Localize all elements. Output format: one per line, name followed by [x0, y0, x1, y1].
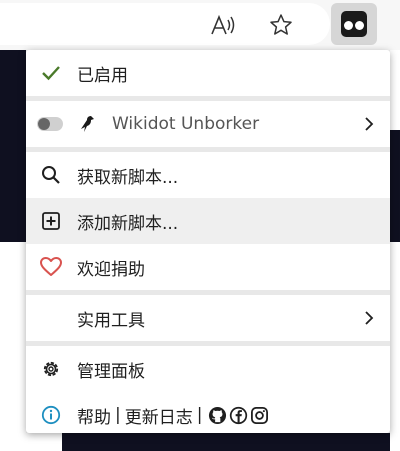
facebook-icon[interactable] — [229, 406, 248, 425]
script-item-wikidot-unborker[interactable]: Wikidot Unborker — [26, 101, 390, 147]
enabled-toggle-item[interactable]: 已启用 — [26, 50, 390, 96]
utilities-label: 实用工具 — [77, 310, 145, 331]
chevron-right-icon — [364, 101, 374, 147]
dashboard-item[interactable]: 管理面板 — [26, 346, 390, 392]
plus-box-icon — [38, 198, 64, 244]
utilities-item[interactable]: 实用工具 — [26, 295, 390, 341]
dashboard-label: 管理面板 — [77, 361, 145, 382]
browser-toolbar — [0, 0, 400, 50]
instagram-icon[interactable] — [250, 406, 269, 425]
script-name: Wikidot Unborker — [112, 114, 260, 134]
github-icon[interactable] — [208, 406, 227, 425]
gear-icon — [38, 346, 64, 392]
favorite-button[interactable] — [262, 6, 300, 44]
find-new-scripts-label: 获取新脚本... — [77, 167, 179, 188]
separator: | — [115, 405, 121, 425]
find-new-scripts-item[interactable]: 获取新脚本... — [26, 152, 390, 198]
check-icon — [38, 50, 64, 96]
donate-label: 欢迎捐助 — [77, 259, 145, 280]
search-icon — [38, 152, 64, 198]
add-new-script-item[interactable]: 添加新脚本... — [26, 198, 390, 244]
chevron-right-icon — [364, 295, 374, 341]
read-aloud-icon — [211, 14, 235, 35]
extension-popup-menu: 已启用 Wikidot Unborker 获取新脚本... 添加新脚本... 欢… — [26, 50, 390, 433]
script-toggle-switch[interactable] — [37, 117, 63, 131]
enabled-label: 已启用 — [77, 65, 128, 86]
separator: | — [196, 405, 203, 425]
page-background — [390, 50, 400, 451]
page-dark-region — [390, 130, 400, 242]
footer-link-row: 帮助 | 更新日志 | — [77, 403, 269, 428]
info-icon — [38, 392, 64, 433]
read-aloud-button[interactable] — [204, 6, 242, 44]
changelog-link[interactable]: 更新日志 — [125, 403, 193, 428]
tampermonkey-icon — [341, 11, 367, 37]
help-link[interactable]: 帮助 — [77, 403, 111, 428]
heart-icon — [38, 244, 64, 290]
add-new-script-label: 添加新脚本... — [77, 213, 179, 234]
footer-links: 帮助 | 更新日志 | — [26, 392, 390, 433]
star-icon — [270, 14, 292, 35]
donate-item[interactable]: 欢迎捐助 — [26, 244, 390, 290]
bird-icon — [78, 101, 96, 147]
page-dark-region — [62, 433, 390, 451]
tampermonkey-extension-button[interactable] — [331, 3, 377, 45]
page-dark-region — [0, 50, 26, 242]
social-links — [208, 406, 269, 425]
